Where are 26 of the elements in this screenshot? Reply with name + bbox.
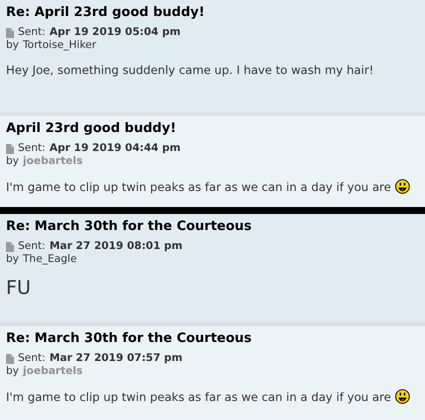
sent-date: Apr 19 2019 04:44 pm — [49, 142, 181, 155]
sent-date: Apr 19 2019 05:04 pm — [49, 26, 181, 39]
document-icon — [6, 354, 14, 364]
by-label: by — [6, 39, 19, 52]
sent-date: Mar 27 2019 07:57 pm — [49, 352, 182, 365]
message-text: Hey Joe, something suddenly came up. I have to wash my hair! — [6, 63, 374, 77]
document-icon — [6, 28, 14, 38]
sent-label: Sent: — [18, 142, 46, 155]
document-icon — [6, 242, 14, 252]
document-icon — [6, 144, 14, 154]
by-label: by — [6, 253, 19, 266]
message-text: I'm game to clip up twin peaks as far as we can in a day if you are — [6, 390, 391, 404]
by-label: by — [6, 365, 19, 378]
sent-date: Mar 27 2019 08:01 pm — [49, 240, 182, 253]
message-title[interactable]: Re: April 23rd good buddy! — [6, 5, 419, 20]
message-title[interactable]: April 23rd good buddy! — [6, 121, 419, 136]
author-name: The_Eagle — [22, 253, 77, 266]
message-title[interactable]: Re: March 30th for the Courteous — [6, 331, 419, 346]
by-label: by — [6, 155, 19, 168]
sent-label: Sent: — [18, 352, 46, 365]
message-text: I'm game to clip up twin peaks as far as we can in a day if you are — [6, 180, 391, 194]
author-name: Tortoise_Hiker — [22, 39, 96, 52]
sent-label: Sent: — [18, 26, 46, 39]
message-title[interactable]: Re: March 30th for the Courteous — [6, 219, 419, 234]
sent-label: Sent: — [18, 240, 46, 253]
message-text: FU — [6, 277, 31, 299]
